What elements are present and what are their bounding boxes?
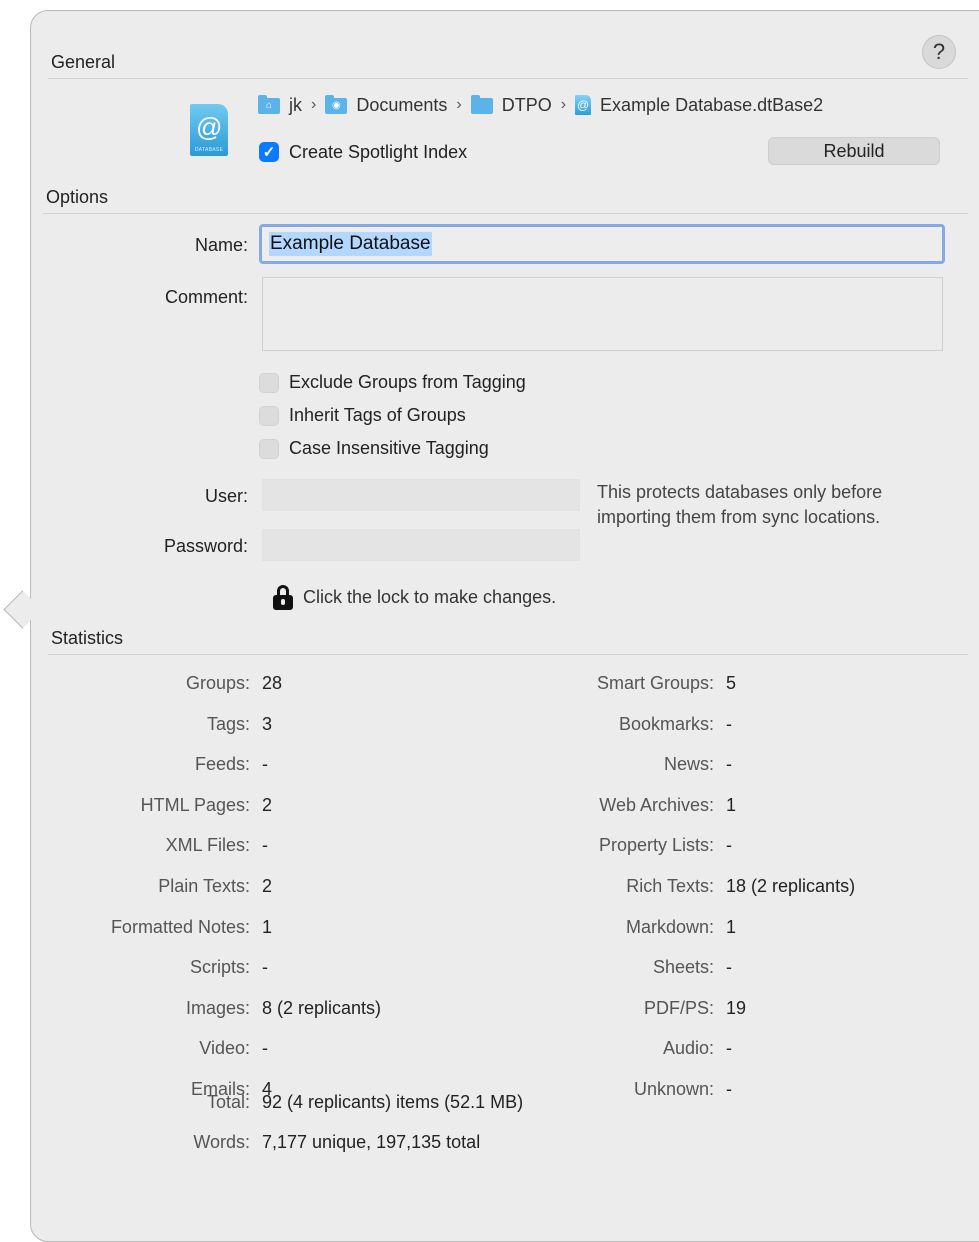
stat-label: Audio: <box>662 1038 714 1058</box>
stat-label: Rich Texts: <box>626 876 714 896</box>
stat-value: 8 (2 replicants) <box>262 998 382 1018</box>
path-item-documents[interactable]: Documents <box>356 95 447 116</box>
stat-value: - <box>726 1079 732 1099</box>
stat-value: 18 (2 replicants) <box>726 876 856 896</box>
documents-folder-icon: ◉ <box>325 95 348 114</box>
case-insensitive-label[interactable]: Case Insensitive Tagging <box>289 438 489 459</box>
password-input[interactable] <box>262 529 580 561</box>
stat-value: - <box>262 835 268 855</box>
stat-label: Video: <box>199 1038 250 1058</box>
stat-value: 1 <box>726 795 737 815</box>
stat-value: - <box>726 1038 732 1058</box>
inherit-tags-label[interactable]: Inherit Tags of Groups <box>289 405 466 426</box>
statistics-section-title: Statistics <box>51 628 124 648</box>
stat-value: - <box>262 754 268 774</box>
path-separator: › <box>456 96 462 113</box>
stat-label: Feeds: <box>194 754 250 774</box>
stat-label: Smart Groups: <box>596 673 714 693</box>
lock-icon[interactable] <box>272 585 294 611</box>
name-label: Name: <box>194 235 248 255</box>
stat-label: HTML Pages: <box>140 795 250 815</box>
total-label: Total: <box>206 1092 250 1112</box>
stat-label: XML Files: <box>165 835 250 855</box>
exclude-groups-checkbox[interactable] <box>259 373 279 393</box>
total-value: 92 (4 replicants) items (52.1 MB) <box>262 1092 524 1112</box>
options-divider <box>43 213 968 214</box>
comment-textarea[interactable] <box>262 277 943 351</box>
words-label: Words: <box>193 1132 250 1152</box>
stat-value: - <box>726 754 732 774</box>
protect-note: This protects databases only before impo… <box>597 482 883 527</box>
stat-value: - <box>262 1038 268 1058</box>
path-item-database[interactable]: Example Database.dtBase2 <box>600 95 823 116</box>
stat-label: News: <box>663 754 714 774</box>
stat-value: 19 <box>726 998 747 1018</box>
stat-label: Formatted Notes: <box>110 917 250 937</box>
stat-value: - <box>726 714 732 734</box>
stat-label: Bookmarks: <box>618 714 714 734</box>
stat-label: Groups: <box>185 673 250 693</box>
checkmark-icon: ✓ <box>262 144 276 161</box>
stat-label: PDF/PS: <box>643 998 714 1018</box>
spotlight-label[interactable]: Create Spotlight Index <box>289 142 467 163</box>
path-separator: › <box>311 96 317 113</box>
general-section-title: General <box>51 52 116 72</box>
stat-value: - <box>726 957 732 977</box>
stat-label: Scripts: <box>189 957 250 977</box>
comment-label: Comment: <box>164 287 248 307</box>
database-icon-label: DATABASE <box>194 147 224 153</box>
spotlight-checkbox[interactable]: ✓ <box>259 142 279 162</box>
path-item-dtpo[interactable]: DTPO <box>502 95 552 116</box>
stat-value: 28 <box>262 673 283 693</box>
database-swirl-glyph: @ <box>196 112 223 142</box>
stat-label: Images: <box>185 998 250 1018</box>
general-divider <box>48 78 968 79</box>
password-label: Password: <box>163 536 248 556</box>
exclude-groups-label[interactable]: Exclude Groups from Tagging <box>289 372 526 393</box>
name-input[interactable]: Example Database <box>259 224 945 264</box>
folder-icon <box>470 95 493 114</box>
stat-label: Sheets: <box>652 957 714 977</box>
home-folder-icon: ⌂ <box>258 95 280 114</box>
database-file-icon: @ <box>575 95 592 115</box>
stat-value: 1 <box>262 917 273 937</box>
stat-value: 2 <box>262 876 273 896</box>
help-button[interactable]: ? <box>922 35 956 69</box>
stat-label: Tags: <box>206 714 250 734</box>
stat-label: Property Lists: <box>598 835 714 855</box>
words-value: 7,177 unique, 197,135 total <box>262 1132 481 1152</box>
stat-label: Web Archives: <box>599 795 714 815</box>
stat-label: Markdown: <box>625 917 714 937</box>
database-icon: @ DATABASE <box>190 104 228 156</box>
stat-value: 1 <box>726 917 737 937</box>
options-section-title: Options <box>46 187 109 207</box>
statistics-divider <box>48 654 968 655</box>
lock-label: Click the lock to make changes. <box>303 587 557 607</box>
rebuild-button[interactable]: Rebuild <box>768 137 940 165</box>
stat-value: 5 <box>726 673 737 693</box>
user-label: User: <box>204 486 248 506</box>
inherit-tags-checkbox[interactable] <box>259 406 279 426</box>
path-separator: › <box>560 96 567 113</box>
stat-label: Plain Texts: <box>158 876 250 896</box>
path-breadcrumb: ⌂ jk › ◉ Documents › DTPO › @ Example Da… <box>258 92 823 118</box>
user-input[interactable] <box>262 479 580 511</box>
stat-value: - <box>726 835 732 855</box>
path-item-jk[interactable]: jk <box>289 95 302 116</box>
name-input-value: Example Database <box>269 232 432 256</box>
stat-value: - <box>262 957 268 977</box>
stat-value: 2 <box>262 795 273 815</box>
stat-value: 3 <box>262 714 273 734</box>
case-insensitive-checkbox[interactable] <box>259 439 279 459</box>
